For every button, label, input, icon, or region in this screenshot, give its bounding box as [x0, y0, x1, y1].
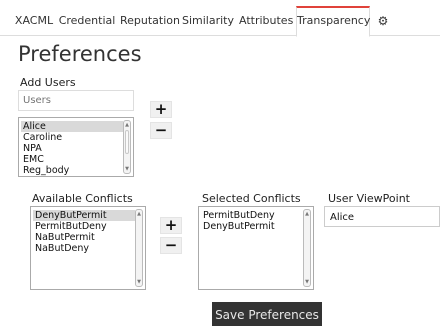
list-item[interactable]: PermitButDeny — [201, 210, 311, 221]
save-preferences-button[interactable]: Save Preferences — [212, 302, 322, 326]
tab-reputation[interactable]: Reputation — [120, 6, 180, 36]
selected-conflicts-scrollbar[interactable]: ▲ ▼ — [303, 209, 311, 287]
users-input[interactable] — [18, 90, 134, 111]
available-conflicts-listbox[interactable]: DenyButPermit PermitButDeny NaButPermit … — [30, 206, 146, 290]
scroll-down-icon: ▼ — [305, 279, 309, 285]
page-title: Preferences — [18, 42, 142, 66]
scroll-up-icon: ▲ — [125, 122, 129, 128]
tab-similarity[interactable]: Similarity — [182, 6, 234, 36]
tab-attributes[interactable]: Attributes — [239, 6, 293, 36]
list-item[interactable]: NaButDeny — [33, 243, 143, 254]
users-listbox[interactable]: Alice Caroline NPA EMC Reg_body ▲ ▼ — [18, 117, 134, 177]
add-conflict-button[interactable]: + — [160, 217, 182, 234]
list-item[interactable]: PermitButDeny — [33, 221, 143, 232]
selected-conflicts-listbox[interactable]: PermitButDeny DenyButPermit ▲ ▼ — [198, 206, 314, 290]
list-item[interactable]: Reg_body — [21, 165, 131, 176]
selected-conflicts-label: Selected Conflicts — [202, 192, 301, 205]
gear-icon: ⚙ — [377, 14, 389, 28]
tab-bar: XACML Credential Reputation Similarity A… — [0, 0, 440, 37]
available-conflicts-label: Available Conflicts — [32, 192, 133, 205]
tab-settings[interactable]: ⚙ — [374, 6, 392, 36]
user-viewpoint-label: User ViewPoint — [328, 192, 410, 205]
add-users-label: Add Users — [20, 76, 76, 89]
list-item[interactable]: EMC — [21, 154, 131, 165]
scroll-down-icon: ▼ — [137, 279, 141, 285]
scroll-up-icon: ▲ — [137, 211, 141, 217]
list-item[interactable]: NPA — [21, 143, 131, 154]
remove-conflict-button[interactable]: − — [160, 237, 182, 254]
list-item[interactable]: Caroline — [21, 132, 131, 143]
list-item[interactable]: Alice — [21, 121, 123, 132]
scroll-thumb[interactable] — [125, 130, 129, 154]
scroll-down-icon: ▼ — [125, 166, 129, 172]
list-item[interactable]: DenyButPermit — [201, 221, 311, 232]
available-conflicts-scrollbar[interactable]: ▲ ▼ — [135, 209, 143, 287]
user-viewpoint-select[interactable]: Alice — [324, 206, 440, 227]
add-user-button[interactable]: + — [150, 101, 172, 118]
remove-user-button[interactable]: − — [150, 122, 172, 139]
list-item[interactable]: DenyButPermit — [33, 210, 135, 221]
tab-transparency[interactable]: Transparency — [296, 6, 370, 37]
tab-xacml[interactable]: XACML — [14, 6, 54, 36]
tab-credential[interactable]: Credential — [58, 6, 116, 36]
users-scrollbar[interactable]: ▲ ▼ — [123, 120, 131, 174]
list-item[interactable]: NaButPermit — [33, 232, 143, 243]
scroll-up-icon: ▲ — [305, 211, 309, 217]
